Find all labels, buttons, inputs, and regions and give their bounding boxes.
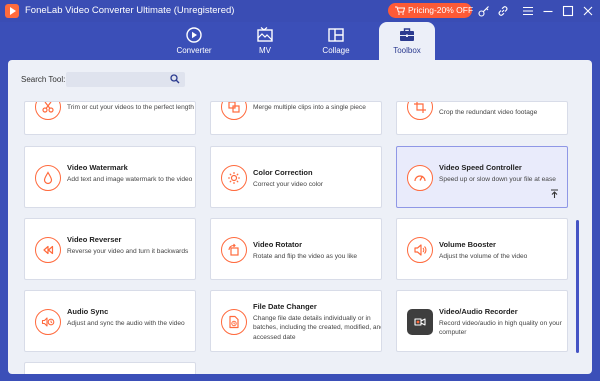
trim-icon — [35, 102, 61, 120]
tool-desc: Speed up or slow down your file at ease — [439, 176, 556, 183]
tool-card-video-speed-controller[interactable]: Video Speed Controller Speed up or slow … — [396, 146, 568, 208]
volume-icon — [407, 237, 433, 263]
reverse-icon — [35, 237, 61, 263]
crop-icon — [407, 102, 433, 120]
pin-to-top-icon[interactable] — [550, 189, 559, 199]
tool-desc: Merge multiple clips into a single piece — [253, 104, 366, 111]
search-input[interactable] — [66, 72, 185, 87]
watermark-icon — [35, 165, 61, 191]
scrollbar-thumb[interactable] — [576, 220, 579, 353]
tool-desc: Crop the redundant video footage — [439, 109, 538, 116]
tool-desc: Rotate and flip the video as you like — [253, 253, 358, 260]
tab-mv-label: MV — [259, 46, 271, 55]
tab-mv[interactable]: MV — [237, 22, 293, 60]
tool-title: Video Reverser — [67, 235, 122, 244]
tool-desc: Record video/audio in high quality on yo… — [439, 320, 562, 337]
converter-icon — [186, 27, 202, 43]
tool-card-color-correction[interactable]: Color Correction Correct your video colo… — [210, 146, 382, 208]
rotate-icon — [221, 237, 247, 263]
tool-card-trim[interactable]: Trim or cut your videos to the perfect l… — [24, 101, 196, 135]
maximize-icon[interactable] — [561, 4, 575, 18]
tool-card-partial[interactable] — [24, 362, 196, 374]
tool-card-merge[interactable]: Merge multiple clips into a single piece — [210, 101, 382, 135]
tab-converter[interactable]: Converter — [166, 22, 222, 60]
tool-card-volume-booster[interactable]: Volume Booster Adjust the volume of the … — [396, 218, 568, 280]
search-icon[interactable] — [170, 74, 180, 84]
file-date-icon — [221, 309, 247, 335]
tool-desc: Trim or cut your videos to the perfect l… — [67, 104, 194, 111]
tab-toolbox-label: Toolbox — [393, 46, 421, 55]
mv-icon — [257, 27, 273, 42]
color-correction-icon — [221, 165, 247, 191]
menu-icon[interactable] — [521, 4, 535, 18]
tool-title: Video/Audio Recorder — [439, 307, 518, 316]
tool-desc: Adjust and sync the audio with the video — [67, 320, 185, 327]
close-icon[interactable] — [581, 4, 595, 18]
toolbox-panel: Search Tool: Trim or cut your videos to … — [8, 60, 592, 374]
audio-sync-icon — [35, 309, 61, 335]
merge-icon — [221, 102, 247, 120]
collage-icon — [328, 28, 344, 42]
cart-icon — [395, 6, 405, 15]
tool-card-audio-sync[interactable]: Audio Sync Adjust and sync the audio wit… — [24, 290, 196, 352]
search-label: Search Tool: — [21, 75, 66, 84]
toolbox-icon — [400, 28, 414, 41]
main-nav: Converter MV Collage Toolbox — [0, 22, 600, 60]
tool-card-file-date-changer[interactable]: File Date Changer Change file date detai… — [210, 290, 382, 352]
tab-toolbox[interactable]: Toolbox — [379, 22, 435, 60]
tab-collage-label: Collage — [322, 46, 350, 55]
tool-desc: Reverse your video and turn it backwards — [67, 248, 189, 255]
app-logo-icon — [5, 4, 19, 18]
window-bottom-edge — [0, 374, 600, 381]
title-bar: FoneLab Video Converter Ultimate (Unregi… — [0, 0, 600, 22]
tool-desc: Correct your video color — [253, 181, 323, 188]
link-icon[interactable] — [496, 4, 510, 18]
tool-desc: Adjust the volume of the video — [439, 253, 528, 260]
tool-card-video-watermark[interactable]: Video Watermark Add text and image water… — [24, 146, 196, 208]
tool-title: Video Watermark — [67, 163, 128, 172]
tool-title: Video Speed Controller — [439, 163, 522, 172]
tool-desc: Add text and image watermark to the vide… — [67, 176, 193, 183]
tool-card-video-reverser[interactable]: Video Reverser Reverse your video and tu… — [24, 218, 196, 280]
recorder-icon — [407, 309, 433, 335]
tool-title: Color Correction — [253, 168, 313, 177]
minimize-icon[interactable] — [541, 4, 555, 18]
speed-icon — [407, 165, 433, 191]
tool-desc: Change file date details individually or… — [253, 315, 382, 341]
key-icon[interactable] — [477, 4, 491, 18]
tab-converter-label: Converter — [176, 46, 212, 55]
app-title: FoneLab Video Converter Ultimate (Unregi… — [25, 5, 235, 16]
tool-title: Volume Booster — [439, 240, 496, 249]
tool-card-crop[interactable]: Crop the redundant video footage — [396, 101, 568, 135]
tool-title: Video Rotator — [253, 240, 303, 249]
tool-card-video-audio-recorder[interactable]: Video/Audio Recorder Record video/audio … — [396, 290, 568, 352]
pricing-button[interactable]: Pricing-20% OFF — [388, 3, 474, 18]
tool-title: Audio Sync — [67, 307, 109, 316]
tool-title: File Date Changer — [253, 302, 317, 311]
pricing-label: Pricing-20% OFF — [408, 5, 474, 15]
tool-card-video-rotator[interactable]: Video Rotator Rotate and flip the video … — [210, 218, 382, 280]
tab-collage[interactable]: Collage — [308, 22, 364, 60]
